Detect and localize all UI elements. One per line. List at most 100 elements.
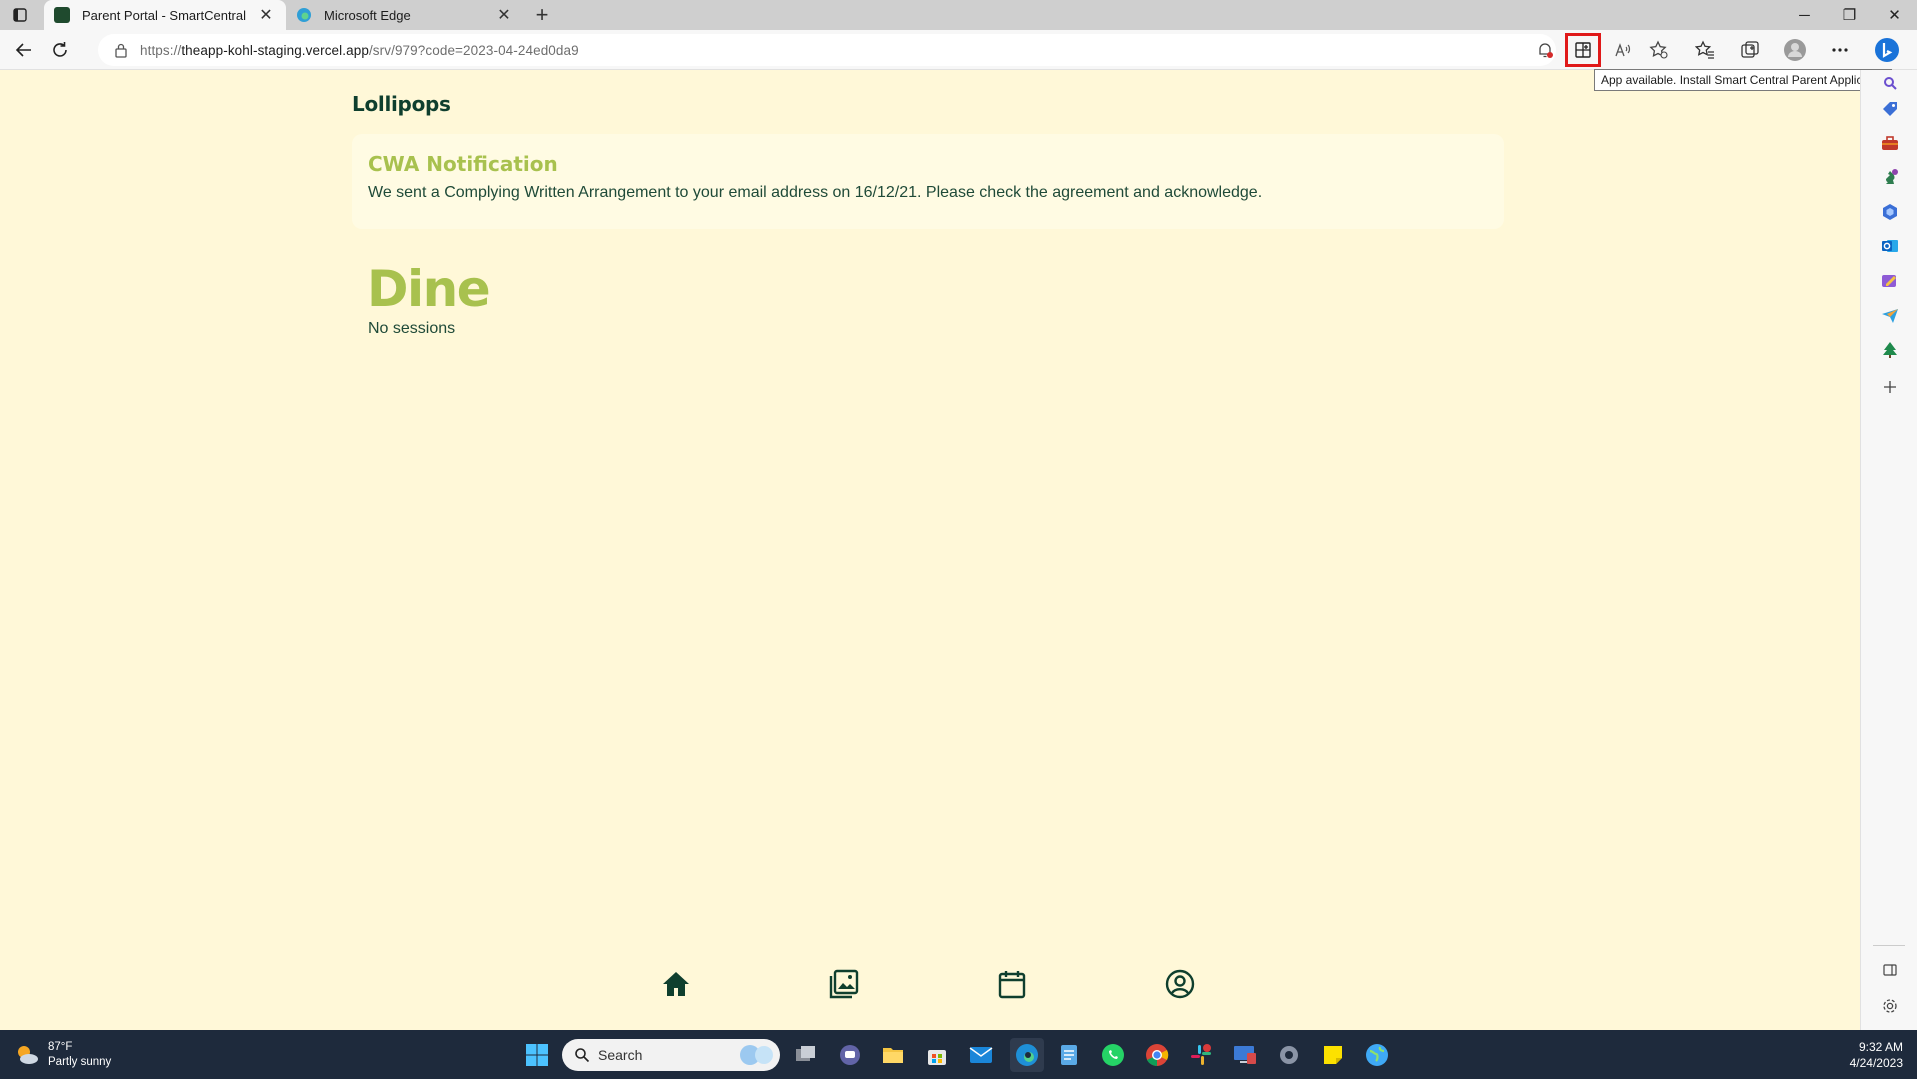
favorites-button[interactable] xyxy=(1688,34,1722,66)
sidebar-tree-button[interactable] xyxy=(1879,339,1901,361)
teams-chat-button[interactable] xyxy=(835,1040,865,1070)
tab-parent-portal[interactable]: Parent Portal - SmartCentral ✕ xyxy=(44,0,286,30)
address-bar[interactable]: https://theapp-kohl-staging.vercel.app/s… xyxy=(98,34,1556,66)
shopping-tag-icon xyxy=(1883,102,1897,116)
edge-taskbar-button[interactable] xyxy=(1010,1038,1044,1072)
add-favorite-button[interactable] xyxy=(1642,34,1676,66)
sidebar-settings-button[interactable] xyxy=(1879,995,1901,1017)
profile-button[interactable] xyxy=(1778,34,1812,66)
sidebar-divider xyxy=(1873,945,1905,946)
sidebar-shopping-button[interactable] xyxy=(1879,98,1901,120)
settings-more-button[interactable] xyxy=(1823,34,1857,66)
new-tab-button[interactable]: + xyxy=(524,0,560,30)
window-controls: ─ ❐ ✕ xyxy=(1782,0,1917,30)
taskbar-search[interactable]: Search xyxy=(562,1039,780,1071)
favorites-icon xyxy=(1695,40,1714,59)
windows-logo-icon xyxy=(526,1044,548,1066)
chat-icon xyxy=(840,1045,860,1065)
sidebar-tools-button[interactable] xyxy=(1879,132,1901,154)
sticky-notes-button[interactable] xyxy=(1318,1040,1348,1070)
microsoft365-icon xyxy=(1883,204,1897,220)
toolbox-icon xyxy=(1882,136,1898,150)
sidebar-add-button[interactable] xyxy=(1879,376,1901,398)
tab-microsoft-edge[interactable]: Microsoft Edge ✕ xyxy=(286,0,524,30)
app-available-tooltip: App available. Install Smart Central Par… xyxy=(1594,69,1892,91)
chrome-button[interactable] xyxy=(1142,1040,1172,1070)
nav-calendar-button[interactable] xyxy=(996,968,1028,1000)
slack-icon xyxy=(1191,1044,1211,1065)
url-text: https://theapp-kohl-staging.vercel.app/s… xyxy=(140,43,579,58)
nav-gallery-button[interactable] xyxy=(828,968,860,1000)
refresh-icon xyxy=(53,41,67,57)
refresh-button[interactable] xyxy=(42,34,78,66)
partly-sunny-icon xyxy=(18,1046,38,1064)
sidebar-hide-button[interactable] xyxy=(1879,959,1901,981)
lock-icon xyxy=(115,43,127,58)
weather-desc: Partly sunny xyxy=(48,1056,112,1068)
mail-button[interactable] xyxy=(966,1040,996,1070)
profile-icon xyxy=(1165,969,1195,999)
sidebar-outlook-button[interactable] xyxy=(1879,235,1901,257)
close-tab-icon[interactable]: ✕ xyxy=(256,5,276,25)
tab-actions-icon xyxy=(13,8,27,22)
app-available-button[interactable] xyxy=(1565,33,1601,67)
sticky-note-icon xyxy=(1324,1046,1342,1064)
mail-icon xyxy=(969,1047,993,1063)
minimize-button[interactable]: ─ xyxy=(1782,0,1827,30)
more-dots-icon xyxy=(1832,48,1848,52)
close-tab-icon[interactable]: ✕ xyxy=(494,5,514,25)
settings-gear-icon xyxy=(1280,1046,1298,1064)
start-button[interactable] xyxy=(522,1040,552,1070)
designer-icon xyxy=(1882,275,1896,287)
edge-favicon xyxy=(297,8,311,22)
remote-desktop-icon xyxy=(1234,1046,1256,1064)
url-prefix: https:// xyxy=(140,42,182,58)
store-button[interactable] xyxy=(922,1040,952,1070)
task-view-icon xyxy=(796,1046,815,1061)
close-window-button[interactable]: ✕ xyxy=(1872,0,1917,30)
section-title: Dine xyxy=(367,260,491,318)
sidebar-send-button[interactable] xyxy=(1879,304,1901,326)
whatsapp-button[interactable] xyxy=(1098,1040,1128,1070)
collections-button[interactable] xyxy=(1733,34,1767,66)
back-button[interactable] xyxy=(6,34,42,66)
url-host: theapp-kohl-staging.vercel.app xyxy=(181,42,369,58)
settings-app-button[interactable] xyxy=(1274,1040,1304,1070)
sidebar-games-button[interactable] xyxy=(1879,166,1901,188)
plus-icon xyxy=(1884,381,1896,393)
sidebar-panel-icon xyxy=(1883,964,1897,976)
read-aloud-icon xyxy=(1615,43,1631,57)
globe-icon xyxy=(1366,1044,1388,1066)
nav-home-button[interactable] xyxy=(660,968,692,1000)
sidebar-search-button[interactable] xyxy=(1879,72,1901,94)
tab-actions-menu[interactable] xyxy=(0,0,40,30)
url-path: /srv/979?code=2023-04-24ed0da9 xyxy=(368,42,579,58)
task-view-button[interactable] xyxy=(791,1040,821,1070)
cwa-notification-card[interactable]: CWA Notification We sent a Complying Wri… xyxy=(352,134,1504,229)
send-icon xyxy=(1882,309,1898,323)
tree-icon xyxy=(1883,342,1897,358)
edge-icon xyxy=(1016,1044,1038,1066)
outlook-icon xyxy=(1882,240,1898,252)
nav-profile-button[interactable] xyxy=(1164,968,1196,1000)
clock-date: 4/24/2023 xyxy=(1849,1056,1903,1070)
gallery-icon xyxy=(829,969,859,999)
read-aloud-button[interactable] xyxy=(1606,34,1640,66)
remote-desktop-button[interactable] xyxy=(1230,1040,1260,1070)
bing-chat-button[interactable] xyxy=(1870,34,1904,66)
weather-widget[interactable]: 87°F Partly sunny xyxy=(14,1040,111,1070)
sidebar-designer-button[interactable] xyxy=(1879,270,1901,292)
restore-button[interactable]: ❐ xyxy=(1827,0,1872,30)
system-clock[interactable]: 9:32 AM 4/24/2023 xyxy=(1850,1039,1903,1071)
search-icon xyxy=(1884,77,1897,90)
clock-time: 9:32 AM xyxy=(1858,1040,1903,1054)
chrome-icon xyxy=(1146,1044,1169,1067)
slack-button[interactable] xyxy=(1186,1040,1216,1070)
notepad-button[interactable] xyxy=(1054,1040,1084,1070)
calendar-icon xyxy=(998,971,1026,999)
file-explorer-button[interactable] xyxy=(878,1040,908,1070)
sidebar-office-button[interactable] xyxy=(1879,201,1901,223)
network-app-button[interactable] xyxy=(1362,1040,1392,1070)
folder-icon xyxy=(883,1048,903,1063)
tracking-prevention-button[interactable] xyxy=(1532,34,1558,66)
